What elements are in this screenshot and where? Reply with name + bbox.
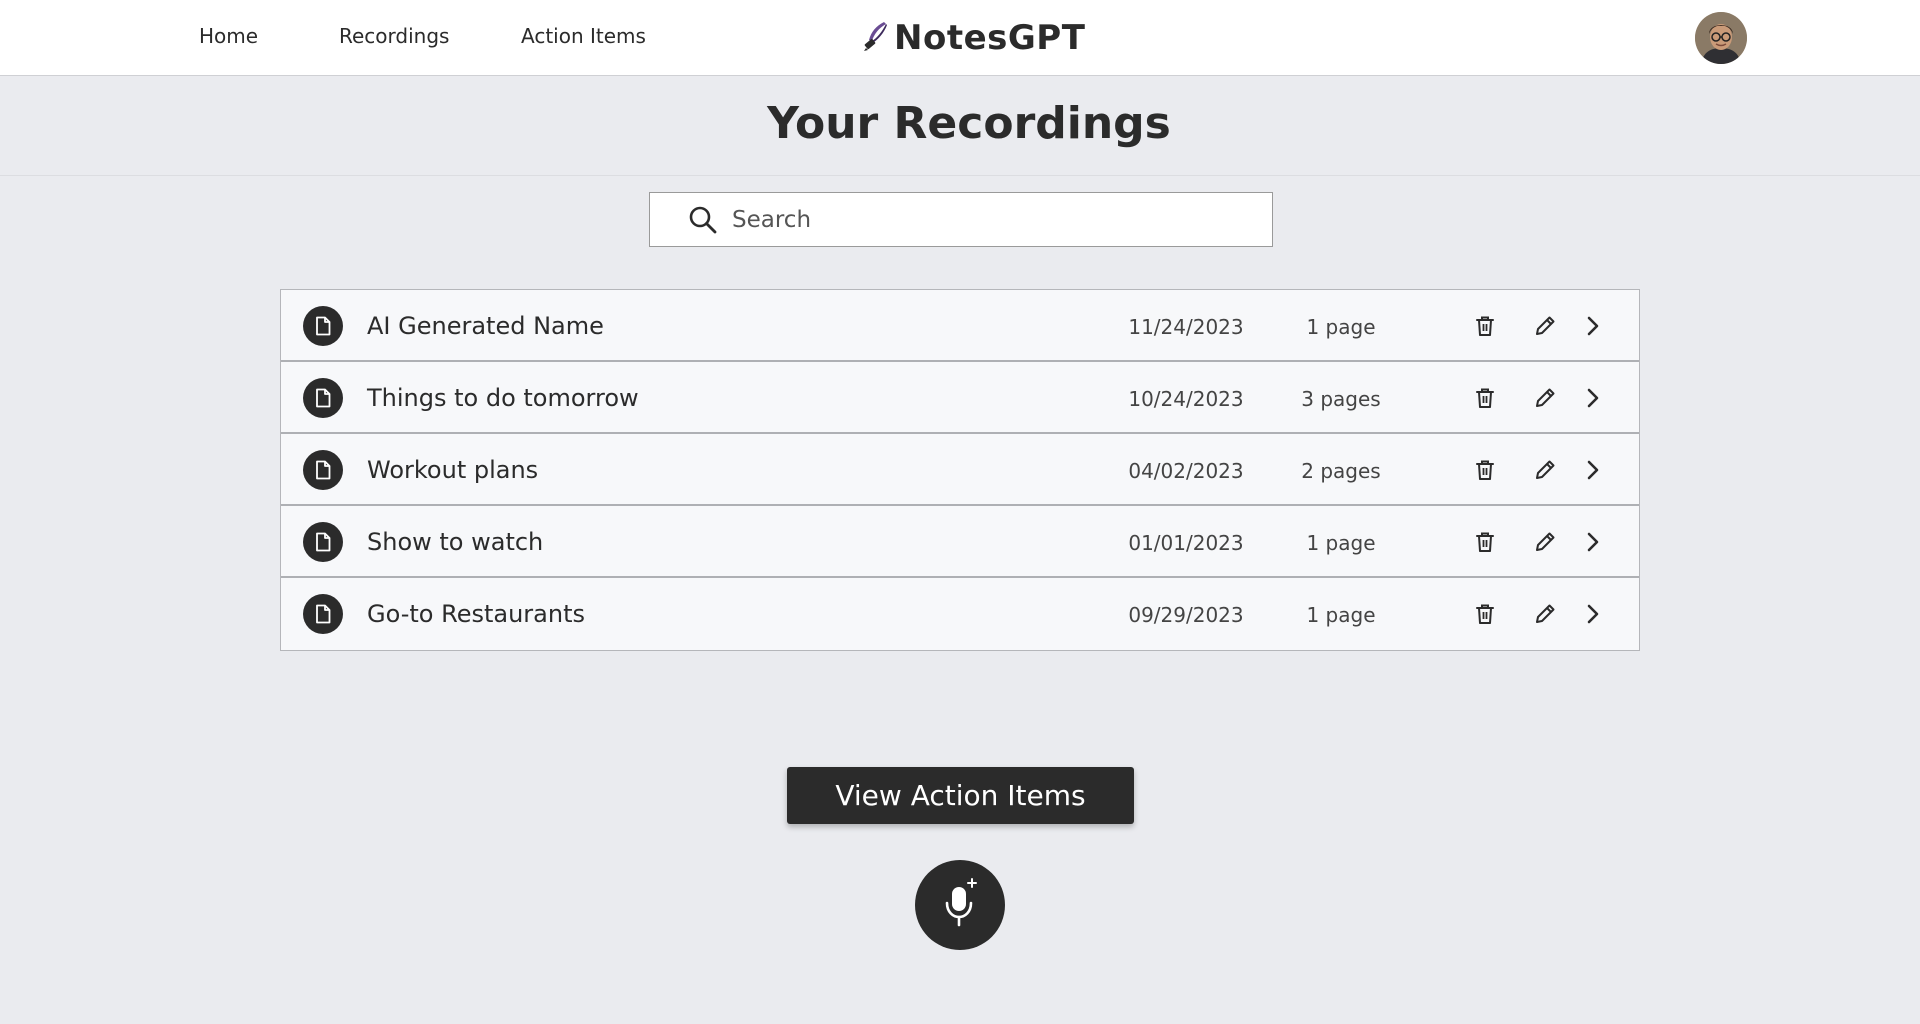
document-icon [303, 378, 343, 418]
recording-name: AI Generated Name [367, 312, 604, 340]
recording-row[interactable]: Go-to Restaurants 09/29/2023 1 page [281, 578, 1639, 650]
chevron-right-icon[interactable] [1579, 312, 1607, 340]
feather-pen-icon [862, 20, 890, 56]
pencil-icon[interactable] [1531, 600, 1559, 628]
recording-date: 04/02/2023 [1128, 459, 1244, 483]
chevron-right-icon[interactable] [1579, 384, 1607, 412]
pencil-icon[interactable] [1531, 456, 1559, 484]
recording-date: 10/24/2023 [1128, 387, 1244, 411]
title-band: Your Recordings [0, 76, 1920, 176]
top-navigation-bar: Home Recordings Action Items NotesGPT [0, 0, 1920, 76]
search-icon [688, 205, 718, 235]
recording-row[interactable]: Things to do tomorrow 10/24/2023 3 pages [281, 362, 1639, 434]
avatar-portrait-icon [1695, 12, 1747, 64]
recording-page-count: 1 page [1306, 315, 1376, 339]
trash-icon[interactable] [1471, 600, 1499, 628]
pencil-icon[interactable] [1531, 528, 1559, 556]
recording-page-count: 2 pages [1301, 459, 1381, 483]
trash-icon[interactable] [1471, 312, 1499, 340]
document-icon [303, 306, 343, 346]
recording-row[interactable]: Show to watch 01/01/2023 1 page [281, 506, 1639, 578]
recording-name: Show to watch [367, 528, 544, 556]
recording-date: 01/01/2023 [1128, 531, 1244, 555]
recordings-list: AI Generated Name 11/24/2023 1 page Things … [280, 289, 1640, 651]
page-title: Your Recordings [767, 98, 1171, 149]
recording-name: Workout plans [367, 456, 539, 484]
chevron-right-icon[interactable] [1579, 600, 1607, 628]
recording-name: Go-to Restaurants [367, 600, 586, 628]
recording-name: Things to do tomorrow [367, 384, 639, 412]
chevron-right-icon[interactable] [1579, 528, 1607, 556]
microphone-plus-icon [938, 877, 982, 933]
pencil-icon[interactable] [1531, 312, 1559, 340]
trash-icon[interactable] [1471, 528, 1499, 556]
chevron-right-icon[interactable] [1579, 456, 1607, 484]
document-icon [303, 594, 343, 634]
recording-row[interactable]: Workout plans 04/02/2023 2 pages [281, 434, 1639, 506]
search-box[interactable] [649, 192, 1273, 247]
nav-recordings-link[interactable]: Recordings [339, 24, 449, 48]
nav-action-items-link[interactable]: Action Items [521, 24, 646, 48]
recording-row[interactable]: AI Generated Name 11/24/2023 1 page [281, 290, 1639, 362]
recording-date: 09/29/2023 [1128, 603, 1244, 627]
document-icon [303, 522, 343, 562]
recording-page-count: 1 page [1306, 603, 1376, 627]
pencil-icon[interactable] [1531, 384, 1559, 412]
view-action-items-button[interactable]: View Action Items [787, 767, 1134, 824]
brand-logo[interactable]: NotesGPT [862, 16, 1085, 60]
trash-icon[interactable] [1471, 384, 1499, 412]
recording-page-count: 1 page [1306, 531, 1376, 555]
brand-name: NotesGPT [894, 18, 1086, 58]
record-button[interactable] [915, 860, 1005, 950]
search-input[interactable] [732, 201, 1252, 239]
user-avatar[interactable] [1695, 12, 1747, 64]
nav-home-link[interactable]: Home [199, 24, 258, 48]
recording-date: 11/24/2023 [1128, 315, 1244, 339]
document-icon [303, 450, 343, 490]
trash-icon[interactable] [1471, 456, 1499, 484]
recording-page-count: 3 pages [1301, 387, 1381, 411]
